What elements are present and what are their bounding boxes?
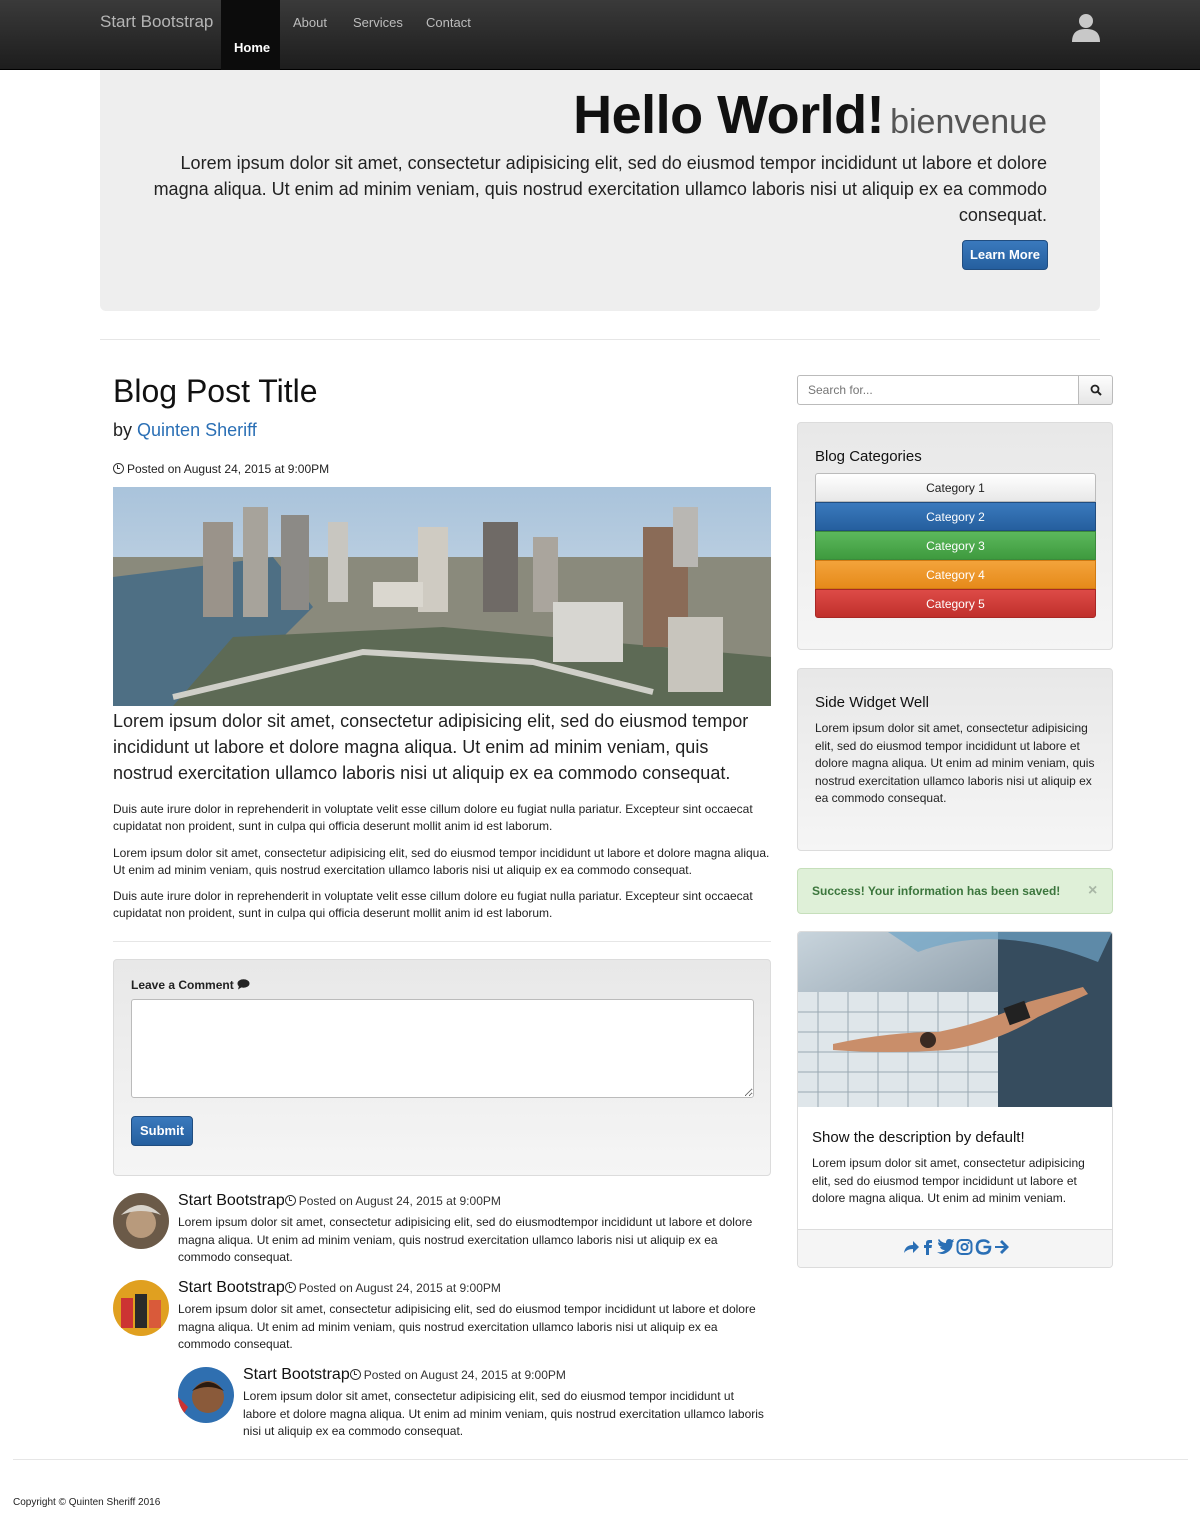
jumbotron-title: Hello World! bienvenue <box>573 85 1047 145</box>
widget-text: Lorem ipsum dolor sit amet, consectetur … <box>815 721 1095 805</box>
side-widget-well: Side Widget Well Lorem ipsum dolor sit a… <box>797 668 1113 851</box>
post-title: Blog Post Title <box>113 373 318 409</box>
close-icon[interactable]: × <box>1088 882 1097 900</box>
facebook-icon[interactable] <box>922 1238 934 1256</box>
alert-text: Success! Your information has been saved… <box>812 884 1061 898</box>
nav-contact[interactable]: Contact <box>426 15 471 30</box>
avatar <box>113 1280 169 1336</box>
instagram-icon[interactable] <box>956 1238 973 1256</box>
share-icon[interactable] <box>902 1238 920 1256</box>
comment-author: Start Bootstrap <box>243 1366 350 1383</box>
post-date: Posted on August 24, 2015 at 9:00PM <box>113 462 329 476</box>
nav-about[interactable]: About <box>293 15 327 30</box>
comment-header: Start Bootstrap Posted on August 24, 2015… <box>243 1366 566 1383</box>
jumbotron-text: Lorem ipsum dolor sit amet, consectetur … <box>153 153 1047 225</box>
copyright: Copyright © Quinten Sheriff 2016 <box>13 1497 161 1508</box>
comment-header: Start Bootstrap Posted on August 24, 2015… <box>178 1279 501 1296</box>
comment-author: Start Bootstrap <box>178 1279 285 1296</box>
clock-icon <box>284 1195 296 1206</box>
jumbotron-subtitle: bienvenue <box>890 103 1047 141</box>
post-paragraph: Duis aute irure dolor in reprehenderit i… <box>113 802 753 833</box>
divider <box>100 339 1100 340</box>
author-link[interactable]: Quinten Sheriff <box>137 420 257 440</box>
share-icons <box>902 1238 1010 1258</box>
comment-text: Lorem ipsum dolor sit amet, consectetur … <box>178 1215 753 1264</box>
comment-textarea[interactable] <box>131 999 754 1098</box>
search-input[interactable] <box>797 375 1079 405</box>
card-text: Lorem ipsum dolor sit amet, consectetur … <box>812 1156 1085 1205</box>
arrow-right-icon[interactable] <box>994 1238 1010 1256</box>
post-paragraph: Lorem ipsum dolor sit amet, consectetur … <box>113 846 770 877</box>
google-icon[interactable] <box>975 1238 992 1256</box>
post-paragraph: Duis aute irure dolor in reprehenderit i… <box>113 889 753 920</box>
comment-label: Leave a Comment <box>131 978 250 992</box>
comment-form: Leave a Comment Submit <box>113 959 771 1176</box>
post-byline: by Quinten Sheriff <box>113 420 257 440</box>
twitter-icon[interactable] <box>936 1238 954 1256</box>
category-item[interactable]: Category 3 <box>815 531 1096 560</box>
search-button[interactable] <box>1078 375 1113 405</box>
categories-title: Blog Categories <box>815 448 922 465</box>
navbar: Start Bootstrap Home About Services Cont… <box>0 0 1200 70</box>
category-item[interactable]: Category 5 <box>815 589 1096 618</box>
card-title: Show the description by default! <box>812 1129 1025 1146</box>
category-list: Category 1 Category 2 Category 3 Categor… <box>815 473 1096 618</box>
clock-icon <box>113 463 124 474</box>
post-lead: Lorem ipsum dolor sit amet, consectetur … <box>113 711 749 783</box>
search-icon <box>1090 384 1102 396</box>
search-group <box>797 375 1113 405</box>
comment-header: Start Bootstrap Posted on August 24, 2015… <box>178 1192 501 1209</box>
nav-home-label[interactable]: Home <box>234 40 270 55</box>
category-item[interactable]: Category 4 <box>815 560 1096 589</box>
category-item[interactable]: Category 1 <box>815 473 1096 502</box>
swimmer-image <box>798 932 1112 1107</box>
learn-more-button[interactable]: Learn More <box>962 240 1048 270</box>
comment-author: Start Bootstrap <box>178 1192 285 1209</box>
comment-text: Lorem ipsum dolor sit amet, consectetur … <box>178 1302 756 1351</box>
nav-services[interactable]: Services <box>353 15 403 30</box>
avatar <box>178 1367 234 1423</box>
comment-text: Lorem ipsum dolor sit amet, consectetur … <box>243 1389 764 1438</box>
divider <box>13 1459 1188 1460</box>
jumbotron: Hello World! bienvenue Lorem ipsum dolor … <box>100 70 1100 311</box>
categories-well: Blog Categories Category 1 Category 2 Ca… <box>797 422 1113 650</box>
image-card: Show the description by default! Lorem i… <box>797 931 1113 1268</box>
success-alert: Success! Your information has been saved… <box>797 868 1113 914</box>
widget-title: Side Widget Well <box>815 694 929 711</box>
city-skyline-image <box>113 487 771 706</box>
user-icon[interactable] <box>1071 12 1101 42</box>
avatar <box>113 1193 169 1249</box>
nav-home[interactable]: Home <box>221 0 280 70</box>
card-footer <box>798 1229 1112 1267</box>
clock-icon <box>284 1282 296 1293</box>
divider <box>113 941 771 942</box>
submit-button[interactable]: Submit <box>131 1116 193 1146</box>
clock-icon <box>349 1369 361 1380</box>
category-item[interactable]: Category 2 <box>815 502 1096 531</box>
brand-link[interactable]: Start Bootstrap <box>100 12 213 32</box>
comment-icon <box>237 979 250 990</box>
